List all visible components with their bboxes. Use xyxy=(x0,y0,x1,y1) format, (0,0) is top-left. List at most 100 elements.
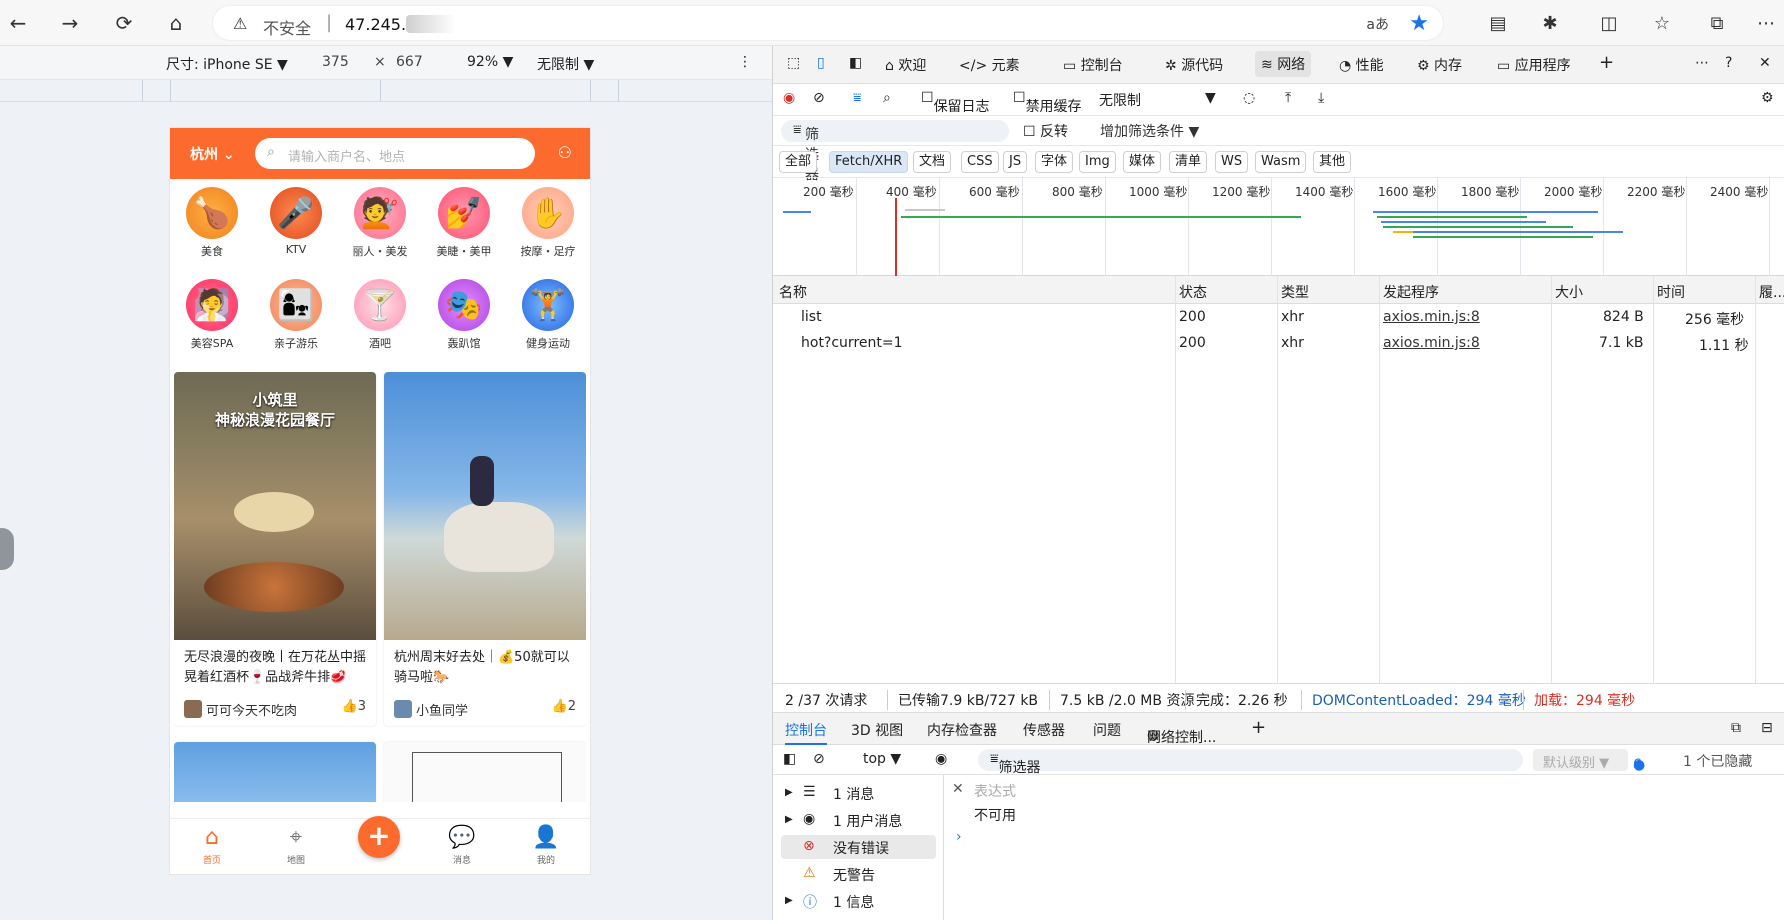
category-spa[interactable]: 🧖 美容SPA xyxy=(170,275,254,351)
column-size[interactable]: 大小 xyxy=(1555,282,1583,302)
help-icon[interactable]: ? xyxy=(1725,55,1732,71)
category-party[interactable]: 🎭 轰趴馆 xyxy=(422,275,506,351)
device-height[interactable]: 667 xyxy=(396,54,423,70)
type-manifest[interactable]: 清单 xyxy=(1169,151,1208,173)
category-parent-child[interactable]: 👩‍👧 亲子游乐 xyxy=(254,275,338,351)
export-icon[interactable]: ⤓ xyxy=(1318,90,1324,106)
back-icon[interactable]: ← xyxy=(4,9,32,37)
settings-icon[interactable]: ⚙ xyxy=(1761,90,1774,106)
drawer-tab-sensors[interactable]: 传感器 xyxy=(1023,720,1065,740)
type-img[interactable]: Img xyxy=(1079,151,1116,173)
request-initiator[interactable]: axios.min.js:8 xyxy=(1383,309,1480,325)
url-text[interactable]: 47.245. xyxy=(345,15,406,34)
sidebar-item-messages[interactable]: ▶ ☰ 1 消息 xyxy=(781,781,936,805)
preserve-log-checkbox[interactable]: ☐ 保留日志 xyxy=(921,90,990,115)
expression-input[interactable]: 表达式 xyxy=(974,781,1016,801)
console-filter-input[interactable]: ⩸ 筛选器 xyxy=(978,749,1523,776)
note-card[interactable] xyxy=(174,742,376,802)
column-waterfall[interactable]: 履... xyxy=(1759,282,1784,302)
network-conditions-icon[interactable]: ◌ xyxy=(1243,90,1255,106)
tab-console[interactable]: ▭ 控制台 xyxy=(1063,55,1123,75)
type-font[interactable]: 字体 xyxy=(1035,151,1074,173)
tab-mine[interactable]: 👤 我的 xyxy=(516,825,576,866)
user-icon[interactable]: ⚇ xyxy=(558,143,572,162)
sidebar-item-errors[interactable]: ⊗ 没有错误 xyxy=(781,835,936,859)
favorite-star-icon[interactable]: ★ xyxy=(1409,11,1429,36)
tab-messages[interactable]: 💬 消息 xyxy=(432,825,492,866)
type-fetch-xhr[interactable]: Fetch/XHR xyxy=(829,151,909,173)
note-card[interactable] xyxy=(384,742,586,802)
console-prompt-icon[interactable]: › xyxy=(956,829,962,845)
tab-network[interactable]: ≋ 网络 xyxy=(1255,51,1312,77)
live-expression-icon[interactable]: ◉ xyxy=(935,751,947,767)
remove-expression-icon[interactable]: ✕ xyxy=(952,781,964,797)
network-overview[interactable]: 200 毫秒 400 毫秒 600 毫秒 800 毫秒 1000 毫秒 1200… xyxy=(773,178,1784,276)
zoom-select[interactable]: 92% ▼ xyxy=(467,54,513,70)
column-type[interactable]: 类型 xyxy=(1281,282,1309,302)
toggle-device-icon[interactable]: ▯ xyxy=(817,55,825,71)
more-filters-dropdown[interactable]: 增加筛选条件 ▼ xyxy=(1100,121,1199,141)
address-bar[interactable]: ⚠ 不安全 | 47.245. aあ ★ xyxy=(212,5,1444,41)
split-screen-icon[interactable]: ◫ xyxy=(1595,9,1623,37)
category-ktv[interactable]: 🎤 KTV xyxy=(254,183,338,256)
drawer-tab-console[interactable]: 控制台 xyxy=(785,720,827,745)
type-all[interactable]: 全部 xyxy=(779,151,818,173)
tab-memory[interactable]: ⚙ 内存 xyxy=(1417,55,1462,75)
type-wasm[interactable]: Wasm xyxy=(1255,151,1307,173)
note-card[interactable]: 小筑里 神秘浪漫花园餐厅 无尽浪漫的夜晚丨在万花丛中摇晃着红酒杯🍷品战斧牛排🥩 … xyxy=(174,372,376,726)
warning-icon[interactable]: ⚠ xyxy=(233,14,247,33)
type-js[interactable]: JS xyxy=(1003,151,1028,173)
category-food[interactable]: 🍗 美食 xyxy=(170,183,254,259)
category-nails[interactable]: 💅 美睫・美甲 xyxy=(422,183,506,259)
home-icon[interactable]: ⌂ xyxy=(162,9,190,37)
tab-performance[interactable]: ◔ 性能 xyxy=(1339,55,1384,75)
device-emulation-icon[interactable]: ⬚ xyxy=(787,55,800,71)
category-massage[interactable]: ✋ 按摩・足疗 xyxy=(506,183,590,259)
type-media[interactable]: 媒体 xyxy=(1123,151,1162,173)
tab-home[interactable]: ⌂ 首页 xyxy=(182,825,242,866)
dock-drawer-icon[interactable]: ⧉ xyxy=(1731,720,1741,736)
close-drawer-icon[interactable]: ⊟ xyxy=(1761,720,1773,736)
category-fitness[interactable]: 🏋 健身运动 xyxy=(506,275,590,351)
dropdown-arrow-icon[interactable]: ▼ xyxy=(1205,90,1216,106)
log-level-select[interactable]: 默认级别 ▼ xyxy=(1533,749,1628,771)
column-status[interactable]: 状态 xyxy=(1179,282,1207,302)
add-drawer-tab-icon[interactable]: + xyxy=(1251,717,1266,738)
dock-icon[interactable]: ◧ xyxy=(849,55,862,71)
category-bar[interactable]: 🍸 酒吧 xyxy=(338,275,422,351)
forward-icon[interactable]: → xyxy=(56,9,84,37)
column-name[interactable]: 名称 xyxy=(779,282,807,302)
tab-application[interactable]: ▭ 应用程序 xyxy=(1497,55,1571,75)
device-width[interactable]: 375 xyxy=(322,54,349,70)
more-tools-icon[interactable]: ⋯ xyxy=(1695,55,1709,71)
drawer-tab-issues[interactable]: 问题 xyxy=(1093,720,1121,740)
search-icon[interactable]: ⌕ xyxy=(883,90,891,106)
like-count[interactable]: 👍2 xyxy=(552,699,576,714)
disable-cache-checkbox[interactable]: ☐ 禁用缓存 xyxy=(1013,90,1082,115)
extensions-icon[interactable]: ✱ xyxy=(1536,9,1564,37)
search-input[interactable]: ⌕ 请输入商户名、地点 xyxy=(255,138,535,169)
sidebar-item-user-messages[interactable]: ▶ ◉ 1 用户消息 xyxy=(781,808,936,832)
type-document[interactable]: 文档 xyxy=(913,151,952,173)
sidebar-item-info[interactable]: ▶ ⓘ 1 信息 xyxy=(781,889,936,913)
tab-welcome[interactable]: ⌂ 欢迎 xyxy=(885,55,926,75)
context-select[interactable]: top ▼ xyxy=(863,751,901,767)
add-tab-icon[interactable]: + xyxy=(1599,52,1614,73)
clear-icon[interactable]: ⊘ xyxy=(813,90,825,106)
invert-checkbox[interactable]: ☐ 反转 xyxy=(1023,121,1068,141)
category-beauty-hair[interactable]: 💇 丽人・美发 xyxy=(338,183,422,259)
reload-icon[interactable]: ⟳ xyxy=(110,9,138,37)
device-more-icon[interactable]: ⋮ xyxy=(738,54,752,70)
type-css[interactable]: CSS xyxy=(961,151,999,173)
request-row[interactable]: list 200 xhr axios.min.js:8 824 B 256 毫秒 xyxy=(773,306,1784,330)
city-selector[interactable]: 杭州 ⌄ xyxy=(190,144,235,164)
sidebar-toggle-icon[interactable]: ◧ xyxy=(783,751,796,767)
read-aloud-icon[interactable]: aあ xyxy=(1366,14,1389,34)
type-ws[interactable]: WS xyxy=(1215,151,1249,173)
page-icon[interactable]: ▤ xyxy=(1484,9,1512,37)
device-select[interactable]: 尺寸: iPhone SE ▼ xyxy=(166,54,288,74)
request-row[interactable]: hot?current=1 200 xhr axios.min.js:8 7.1… xyxy=(773,332,1784,356)
tab-sources[interactable]: ✲ 源代码 xyxy=(1165,55,1223,75)
column-initiator[interactable]: 发起程序 xyxy=(1383,282,1439,302)
like-count[interactable]: 👍3 xyxy=(342,699,366,714)
